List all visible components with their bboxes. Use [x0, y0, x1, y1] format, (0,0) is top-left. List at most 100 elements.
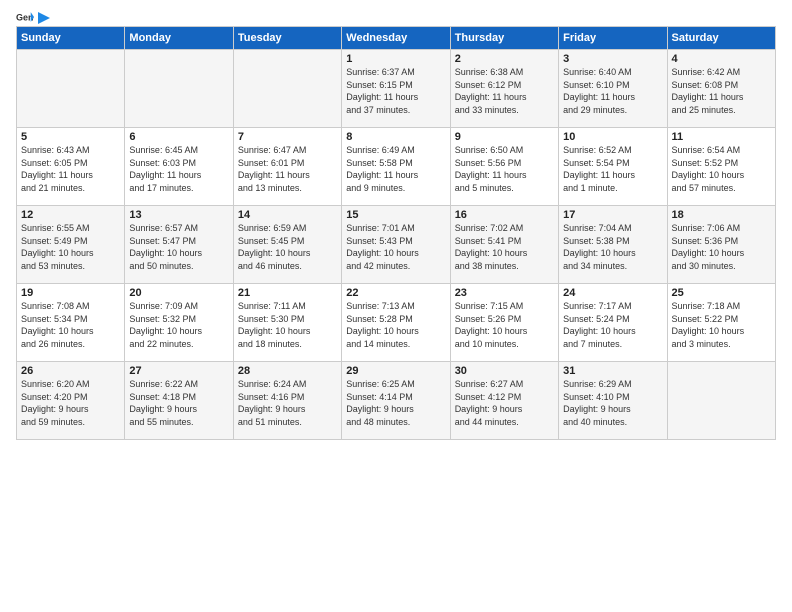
day-info: Sunrise: 6:20 AM Sunset: 4:20 PM Dayligh… — [21, 379, 90, 427]
calendar-cell: 5 Sunrise: 6:43 AM Sunset: 6:05 PM Daylig… — [17, 128, 125, 206]
week-row-1: 5 Sunrise: 6:43 AM Sunset: 6:05 PM Daylig… — [17, 128, 776, 206]
day-info: Sunrise: 6:49 AM Sunset: 5:58 PM Dayligh… — [346, 145, 418, 193]
day-number: 31 — [563, 365, 662, 377]
calendar-cell: 8 Sunrise: 6:49 AM Sunset: 5:58 PM Daylig… — [342, 128, 450, 206]
day-info: Sunrise: 7:15 AM Sunset: 5:26 PM Dayligh… — [455, 301, 528, 349]
week-row-2: 12 Sunrise: 6:55 AM Sunset: 5:49 PM Dayli… — [17, 206, 776, 284]
calendar-cell: 23Sunrise: 7:15 AM Sunset: 5:26 PM Dayli… — [450, 284, 558, 362]
logo-arrow-icon — [36, 12, 50, 24]
day-info: Sunrise: 6:27 AM Sunset: 4:12 PM Dayligh… — [455, 379, 524, 427]
day-info: Sunrise: 7:06 AM Sunset: 5:36 PM Dayligh… — [672, 223, 745, 271]
calendar-cell: 17 Sunrise: 7:04 AM Sunset: 5:38 PM Dayli… — [559, 206, 667, 284]
day-number: 9 — [455, 131, 554, 143]
day-number: 17 — [563, 209, 662, 221]
day-info: Sunrise: 6:59 AM Sunset: 5:45 PM Dayligh… — [238, 223, 311, 271]
day-info: Sunrise: 6:25 AM Sunset: 4:14 PM Dayligh… — [346, 379, 415, 427]
calendar-cell — [667, 362, 775, 440]
day-number: 10 — [563, 131, 662, 143]
calendar-cell — [233, 50, 341, 128]
day-info: Sunrise: 6:50 AM Sunset: 5:56 PM Dayligh… — [455, 145, 527, 193]
calendar-cell: 1 Sunrise: 6:37 AM Sunset: 6:15 PM Daylig… — [342, 50, 450, 128]
day-info: Sunrise: 7:01 AM Sunset: 5:43 PM Dayligh… — [346, 223, 419, 271]
day-info: Sunrise: 7:04 AM Sunset: 5:38 PM Dayligh… — [563, 223, 636, 271]
day-number: 18 — [672, 209, 771, 221]
calendar-cell: 14 Sunrise: 6:59 AM Sunset: 5:45 PM Dayli… — [233, 206, 341, 284]
day-number: 26 — [21, 365, 120, 377]
calendar-cell: 9 Sunrise: 6:50 AM Sunset: 5:56 PM Daylig… — [450, 128, 558, 206]
day-number: 16 — [455, 209, 554, 221]
day-info: Sunrise: 7:02 AM Sunset: 5:41 PM Dayligh… — [455, 223, 528, 271]
calendar-cell: 4 Sunrise: 6:42 AM Sunset: 6:08 PM Daylig… — [667, 50, 775, 128]
day-info: Sunrise: 6:29 AM Sunset: 4:10 PM Dayligh… — [563, 379, 632, 427]
calendar-cell: 26 Sunrise: 6:20 AM Sunset: 4:20 PM Dayli… — [17, 362, 125, 440]
day-info: Sunrise: 6:40 AM Sunset: 6:10 PM Dayligh… — [563, 67, 635, 115]
calendar-cell: 10 Sunrise: 6:52 AM Sunset: 5:54 PM Dayli… — [559, 128, 667, 206]
day-info: Sunrise: 6:45 AM Sunset: 6:03 PM Dayligh… — [129, 145, 201, 193]
day-number: 15 — [346, 209, 445, 221]
calendar-cell: 12 Sunrise: 6:55 AM Sunset: 5:49 PM Dayli… — [17, 206, 125, 284]
calendar-cell: 22 Sunrise: 7:13 AM Sunset: 5:28 PM Dayli… — [342, 284, 450, 362]
day-info: Sunrise: 7:13 AM Sunset: 5:28 PM Dayligh… — [346, 301, 419, 349]
day-number: 2 — [455, 53, 554, 65]
day-info: Sunrise: 6:54 AM Sunset: 5:52 PM Dayligh… — [672, 145, 745, 193]
day-info: Sunrise: 7:08 AM Sunset: 5:34 PM Dayligh… — [21, 301, 94, 349]
week-row-3: 19 Sunrise: 7:08 AM Sunset: 5:34 PM Dayli… — [17, 284, 776, 362]
page-container: General Sunday Monday Tue — [0, 0, 792, 450]
col-thursday: Thursday — [450, 27, 558, 50]
day-info: Sunrise: 6:52 AM Sunset: 5:54 PM Dayligh… — [563, 145, 635, 193]
calendar-cell: 29 Sunrise: 6:25 AM Sunset: 4:14 PM Dayli… — [342, 362, 450, 440]
calendar-cell: 30Sunrise: 6:27 AM Sunset: 4:12 PM Dayli… — [450, 362, 558, 440]
col-sunday: Sunday — [17, 27, 125, 50]
calendar-cell: 7Sunrise: 6:47 AM Sunset: 6:01 PM Daylig… — [233, 128, 341, 206]
calendar-cell: 27Sunrise: 6:22 AM Sunset: 4:18 PM Dayli… — [125, 362, 233, 440]
day-info: Sunrise: 6:55 AM Sunset: 5:49 PM Dayligh… — [21, 223, 94, 271]
calendar-cell: 31 Sunrise: 6:29 AM Sunset: 4:10 PM Dayli… — [559, 362, 667, 440]
header: General — [16, 10, 776, 24]
col-saturday: Saturday — [667, 27, 775, 50]
day-number: 20 — [129, 287, 228, 299]
day-number: 5 — [21, 131, 120, 143]
day-info: Sunrise: 6:42 AM Sunset: 6:08 PM Dayligh… — [672, 67, 744, 115]
day-number: 13 — [129, 209, 228, 221]
calendar-cell: 28Sunrise: 6:24 AM Sunset: 4:16 PM Dayli… — [233, 362, 341, 440]
calendar-header-row: Sunday Monday Tuesday Wednesday Thursday… — [17, 27, 776, 50]
day-number: 7 — [238, 131, 337, 143]
day-number: 1 — [346, 53, 445, 65]
calendar-cell: 15 Sunrise: 7:01 AM Sunset: 5:43 PM Dayli… — [342, 206, 450, 284]
week-row-0: 1 Sunrise: 6:37 AM Sunset: 6:15 PM Daylig… — [17, 50, 776, 128]
day-number: 29 — [346, 365, 445, 377]
calendar-table: Sunday Monday Tuesday Wednesday Thursday… — [16, 26, 776, 440]
day-number: 25 — [672, 287, 771, 299]
calendar-cell: 19 Sunrise: 7:08 AM Sunset: 5:34 PM Dayli… — [17, 284, 125, 362]
col-friday: Friday — [559, 27, 667, 50]
calendar-cell: 13 Sunrise: 6:57 AM Sunset: 5:47 PM Dayli… — [125, 206, 233, 284]
day-number: 8 — [346, 131, 445, 143]
day-number: 24 — [563, 287, 662, 299]
calendar-cell: 3Sunrise: 6:40 AM Sunset: 6:10 PM Daylig… — [559, 50, 667, 128]
day-info: Sunrise: 6:57 AM Sunset: 5:47 PM Dayligh… — [129, 223, 202, 271]
day-number: 19 — [21, 287, 120, 299]
calendar-cell: 18 Sunrise: 7:06 AM Sunset: 5:36 PM Dayli… — [667, 206, 775, 284]
logo: General — [16, 10, 50, 24]
calendar-cell: 16 Sunrise: 7:02 AM Sunset: 5:41 PM Dayli… — [450, 206, 558, 284]
day-info: Sunrise: 6:43 AM Sunset: 6:05 PM Dayligh… — [21, 145, 93, 193]
day-info: Sunrise: 6:37 AM Sunset: 6:15 PM Dayligh… — [346, 67, 418, 115]
day-info: Sunrise: 7:18 AM Sunset: 5:22 PM Dayligh… — [672, 301, 745, 349]
day-number: 6 — [129, 131, 228, 143]
logo-icon: General — [16, 10, 34, 24]
calendar-body: 1 Sunrise: 6:37 AM Sunset: 6:15 PM Daylig… — [17, 50, 776, 440]
day-number: 4 — [672, 53, 771, 65]
calendar-cell: 25 Sunrise: 7:18 AM Sunset: 5:22 PM Dayli… — [667, 284, 775, 362]
day-number: 21 — [238, 287, 337, 299]
calendar-cell: 24Sunrise: 7:17 AM Sunset: 5:24 PM Dayli… — [559, 284, 667, 362]
day-number: 12 — [21, 209, 120, 221]
day-number: 14 — [238, 209, 337, 221]
day-number: 22 — [346, 287, 445, 299]
calendar-cell — [125, 50, 233, 128]
day-number: 27 — [129, 365, 228, 377]
day-info: Sunrise: 7:11 AM Sunset: 5:30 PM Dayligh… — [238, 301, 311, 349]
calendar-cell — [17, 50, 125, 128]
col-wednesday: Wednesday — [342, 27, 450, 50]
week-row-4: 26 Sunrise: 6:20 AM Sunset: 4:20 PM Dayli… — [17, 362, 776, 440]
calendar-cell: 2Sunrise: 6:38 AM Sunset: 6:12 PM Daylig… — [450, 50, 558, 128]
